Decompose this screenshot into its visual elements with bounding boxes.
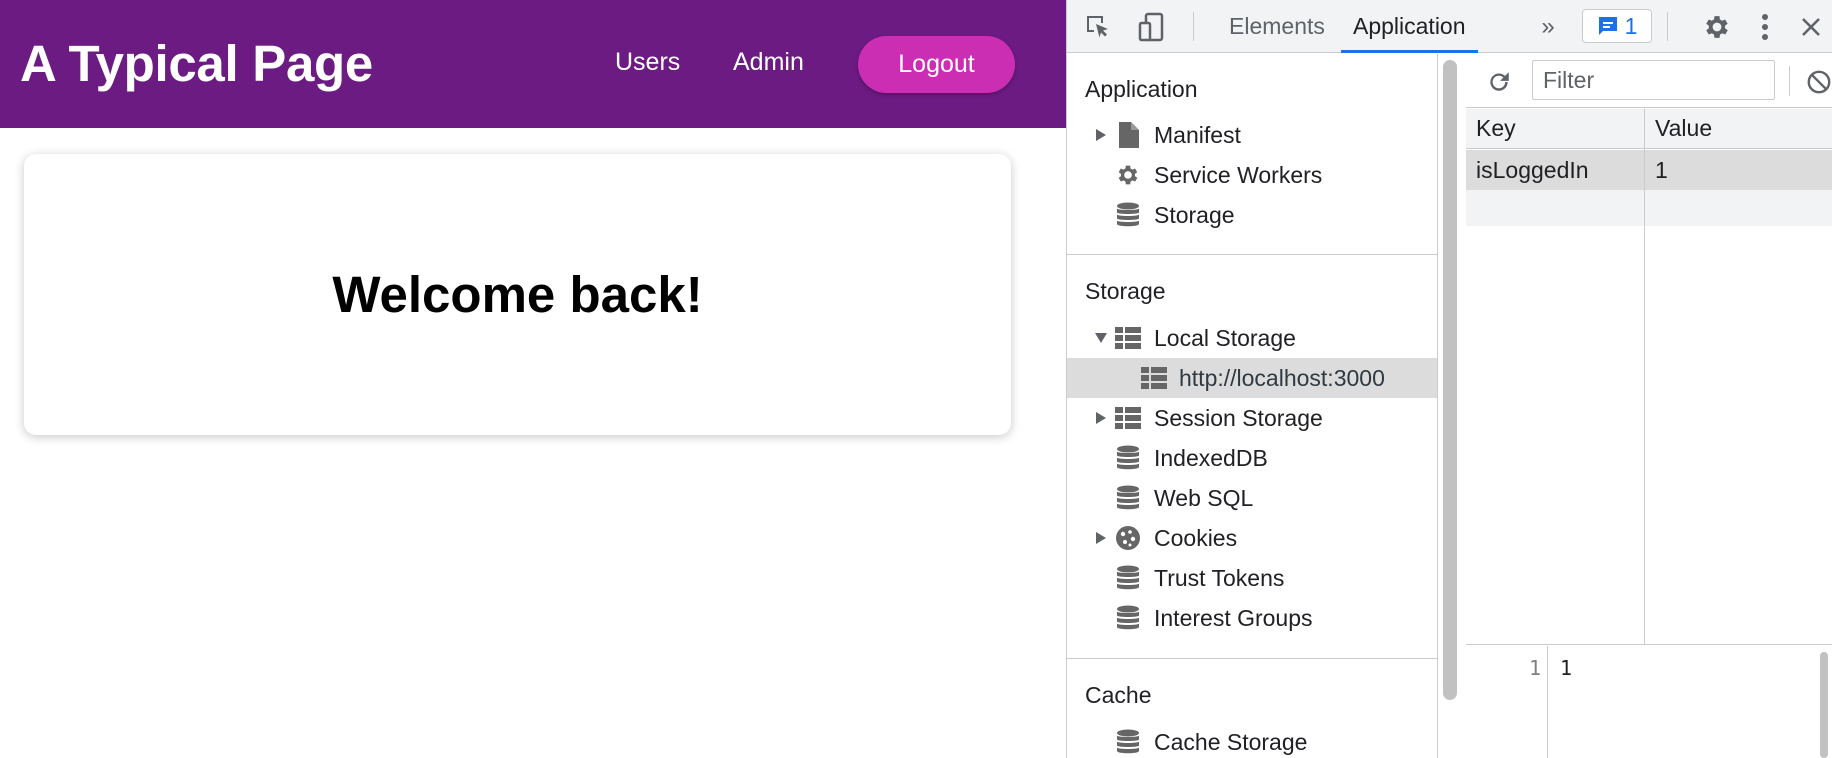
- sidebar-section-storage: Storage: [1085, 278, 1166, 304]
- logout-button[interactable]: Logout: [858, 36, 1015, 93]
- table-row-empty[interactable]: [1466, 190, 1832, 226]
- sidebar-item-storage[interactable]: Storage: [1067, 195, 1437, 235]
- database-icon: [1115, 202, 1141, 228]
- settings-gear-icon[interactable]: [1701, 11, 1733, 43]
- sidebar-item-label: Interest Groups: [1154, 604, 1313, 631]
- grid-table-icon: [1115, 405, 1141, 431]
- sidebar-item-web-sql[interactable]: Web SQL: [1067, 478, 1437, 518]
- storage-toolbar: [1466, 54, 1832, 108]
- tab-application[interactable]: Application: [1341, 0, 1478, 53]
- sidebar-item-label: Web SQL: [1154, 484, 1254, 511]
- sidebar-divider: [1067, 254, 1437, 255]
- column-header-key[interactable]: Key: [1466, 109, 1644, 149]
- collapse-arrow-icon[interactable]: [1095, 332, 1107, 344]
- database-icon: [1115, 729, 1141, 755]
- devtools-toolbar: Elements Application » 1: [1067, 0, 1832, 53]
- toolbar-divider: [1667, 12, 1668, 41]
- close-devtools-icon[interactable]: [1795, 11, 1827, 43]
- sidebar-item-cookies[interactable]: Cookies: [1067, 518, 1437, 558]
- preview-value-text: 1: [1560, 656, 1573, 680]
- sidebar-item-indexeddb[interactable]: IndexedDB: [1067, 438, 1437, 478]
- expand-arrow-icon[interactable]: [1095, 129, 1107, 141]
- toolbar-divider: [1789, 66, 1790, 96]
- more-tabs-icon[interactable]: »: [1533, 12, 1563, 42]
- line-number-gutter: 1: [1466, 646, 1548, 758]
- sidebar-section-application: Application: [1085, 76, 1198, 102]
- storage-viewer: Key Value isLoggedIn 1 1 1: [1466, 54, 1832, 758]
- sidebar-section-cache: Cache: [1085, 682, 1152, 708]
- sidebar-item-label: Service Workers: [1154, 161, 1323, 188]
- sidebar-item-service-workers[interactable]: Service Workers: [1067, 155, 1437, 195]
- nav-link-admin[interactable]: Admin: [733, 48, 804, 77]
- sidebar-item-label: IndexedDB: [1154, 444, 1268, 471]
- sidebar-item-cache-storage[interactable]: Cache Storage: [1067, 722, 1437, 758]
- toolbar-divider: [1193, 12, 1194, 41]
- column-divider: [1644, 109, 1645, 645]
- document-icon: [1115, 122, 1141, 148]
- sidebar-item-label: Local Storage: [1154, 324, 1296, 351]
- database-icon: [1115, 485, 1141, 511]
- sidebar-item-label: Manifest: [1154, 121, 1241, 148]
- issues-count: 1: [1624, 12, 1638, 39]
- sidebar-scrollbar[interactable]: [1443, 60, 1457, 700]
- more-options-icon[interactable]: [1755, 11, 1775, 43]
- nav-link-users[interactable]: Users: [615, 48, 680, 77]
- web-page: A Typical Page Users Admin Logout Welcom…: [0, 0, 1066, 758]
- preview-scrollbar[interactable]: [1820, 652, 1828, 758]
- issues-badge[interactable]: 1: [1582, 9, 1652, 43]
- issues-icon: [1598, 17, 1617, 35]
- database-icon: [1115, 565, 1141, 591]
- value-preview-pane: 1 1: [1466, 646, 1832, 758]
- sidebar-item-label: Cookies: [1154, 524, 1238, 551]
- inspect-element-icon[interactable]: [1083, 12, 1113, 42]
- application-sidebar: Application Manifest Service Workers Sto…: [1067, 54, 1438, 758]
- sidebar-item-label: Cache Storage: [1154, 728, 1308, 755]
- sidebar-item-trust-tokens[interactable]: Trust Tokens: [1067, 558, 1437, 598]
- device-toolbar-icon[interactable]: [1135, 10, 1169, 44]
- local-storage-table: Key Value isLoggedIn 1: [1466, 109, 1832, 645]
- sidebar-item-interest-groups[interactable]: Interest Groups: [1067, 598, 1437, 638]
- welcome-card: Welcome back!: [24, 154, 1011, 435]
- row-value-cell: 1: [1655, 156, 1668, 183]
- sidebar-item-label: Session Storage: [1154, 404, 1323, 431]
- sidebar-item-local-storage[interactable]: Local Storage: [1067, 318, 1437, 358]
- site-title: A Typical Page: [20, 35, 373, 92]
- database-icon: [1115, 605, 1141, 631]
- clear-all-icon[interactable]: [1806, 67, 1832, 97]
- cookie-icon: [1115, 525, 1141, 551]
- sidebar-item-manifest[interactable]: Manifest: [1067, 115, 1437, 155]
- grid-table-icon: [1141, 365, 1167, 391]
- gear-icon: [1115, 162, 1141, 188]
- welcome-heading: Welcome back!: [332, 266, 703, 323]
- sidebar-item-localhost[interactable]: http://localhost:3000: [1067, 358, 1437, 398]
- column-header-value[interactable]: Value: [1645, 109, 1832, 149]
- sidebar-divider: [1067, 658, 1437, 659]
- expand-arrow-icon[interactable]: [1095, 412, 1107, 424]
- expand-arrow-icon[interactable]: [1095, 532, 1107, 544]
- sidebar-item-label: http://localhost:3000: [1179, 364, 1385, 391]
- sidebar-item-label: Trust Tokens: [1154, 564, 1285, 591]
- tab-elements[interactable]: Elements: [1229, 0, 1325, 53]
- database-icon: [1115, 445, 1141, 471]
- row-key-cell: isLoggedIn: [1476, 156, 1589, 183]
- refresh-icon[interactable]: [1484, 67, 1514, 97]
- line-number: 1: [1528, 656, 1541, 680]
- filter-input[interactable]: [1532, 60, 1775, 100]
- grid-table-icon: [1115, 325, 1141, 351]
- sidebar-item-label: Storage: [1154, 201, 1235, 228]
- table-row[interactable]: isLoggedIn 1: [1466, 150, 1832, 190]
- sidebar-item-session-storage[interactable]: Session Storage: [1067, 398, 1437, 438]
- site-header: A Typical Page Users Admin Logout: [0, 0, 1066, 128]
